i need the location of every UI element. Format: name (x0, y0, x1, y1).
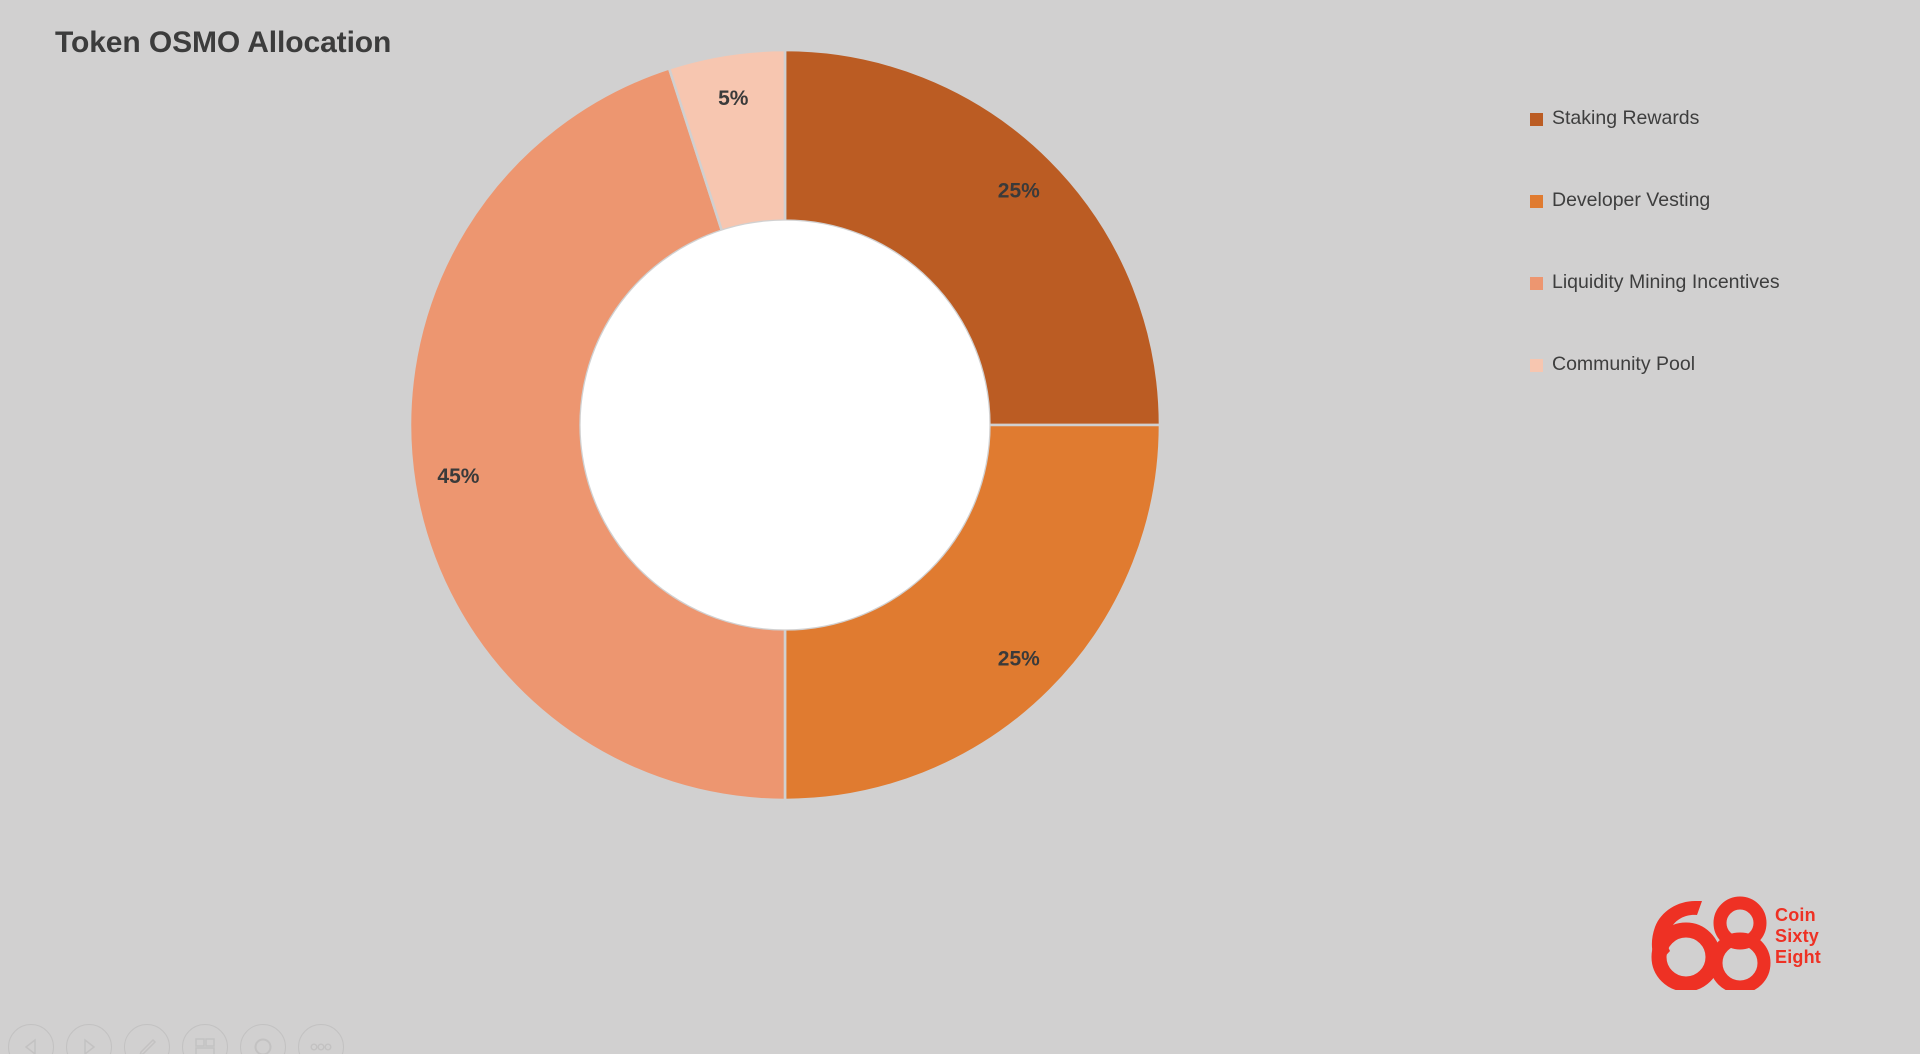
legend-swatch-icon (1530, 358, 1543, 372)
legend-swatch-icon (1530, 276, 1543, 290)
logo-line-1: Coin (1775, 905, 1816, 925)
previous-slide-button[interactable] (8, 1024, 54, 1054)
layout-grid-icon (195, 1038, 215, 1054)
legend-item[interactable]: Staking Rewards (1530, 78, 1890, 160)
circle-record-icon (254, 1038, 272, 1054)
pen-icon (139, 1038, 157, 1054)
record-button[interactable] (240, 1024, 286, 1054)
slide-canvas: Token OSMO Allocation 25% 25% 45% 5% Stakin… (0, 0, 1920, 1054)
more-options-button[interactable] (298, 1024, 344, 1054)
donut-chart[interactable]: 25% 25% 45% 5% (408, 48, 1162, 802)
legend-swatch-icon (1530, 112, 1543, 126)
slice-group (408, 48, 1162, 802)
ellipsis-icon (310, 1043, 332, 1051)
donut-hole (580, 220, 990, 630)
legend-item-label: Developer Vesting (1552, 189, 1711, 212)
chart-legend: Staking Rewards Developer Vesting Liquidit… (1530, 78, 1890, 406)
donut-chart-svg: 25% 25% 45% 5% (408, 48, 1162, 802)
legend-item[interactable]: Liquidity Mining Incentives (1530, 242, 1890, 324)
triangle-right-icon (84, 1038, 96, 1054)
pie-slice-label: 5% (718, 87, 749, 110)
logo-line-3: Eight (1775, 947, 1821, 968)
pie-slice-label: 45% (437, 465, 479, 488)
legend-item-label: Community Pool (1552, 353, 1696, 376)
pen-button[interactable] (124, 1024, 170, 1054)
next-slide-button[interactable] (66, 1024, 112, 1054)
layout-button[interactable] (182, 1024, 228, 1054)
legend-item[interactable]: Community Pool (1530, 324, 1890, 406)
legend-item-label: Staking Rewards (1552, 107, 1700, 130)
logo-line-2: Sixty (1775, 926, 1820, 947)
legend-swatch-icon (1530, 194, 1543, 208)
pie-slice-label: 25% (998, 180, 1040, 203)
logo-mark-icon (1651, 896, 1771, 990)
triangle-left-icon (24, 1038, 36, 1054)
legend-item-label: Liquidity Mining Incentives (1552, 271, 1780, 294)
presentation-toolbar[interactable] (8, 1024, 344, 1054)
brand-logo: Coin Sixty Eight (1648, 895, 1863, 990)
pie-slice-label: 25% (998, 647, 1040, 670)
legend-item[interactable]: Developer Vesting (1530, 160, 1890, 242)
logo-wordmark: Coin Sixty Eight (1775, 905, 1821, 968)
page-title: Token OSMO Allocation (55, 26, 392, 59)
